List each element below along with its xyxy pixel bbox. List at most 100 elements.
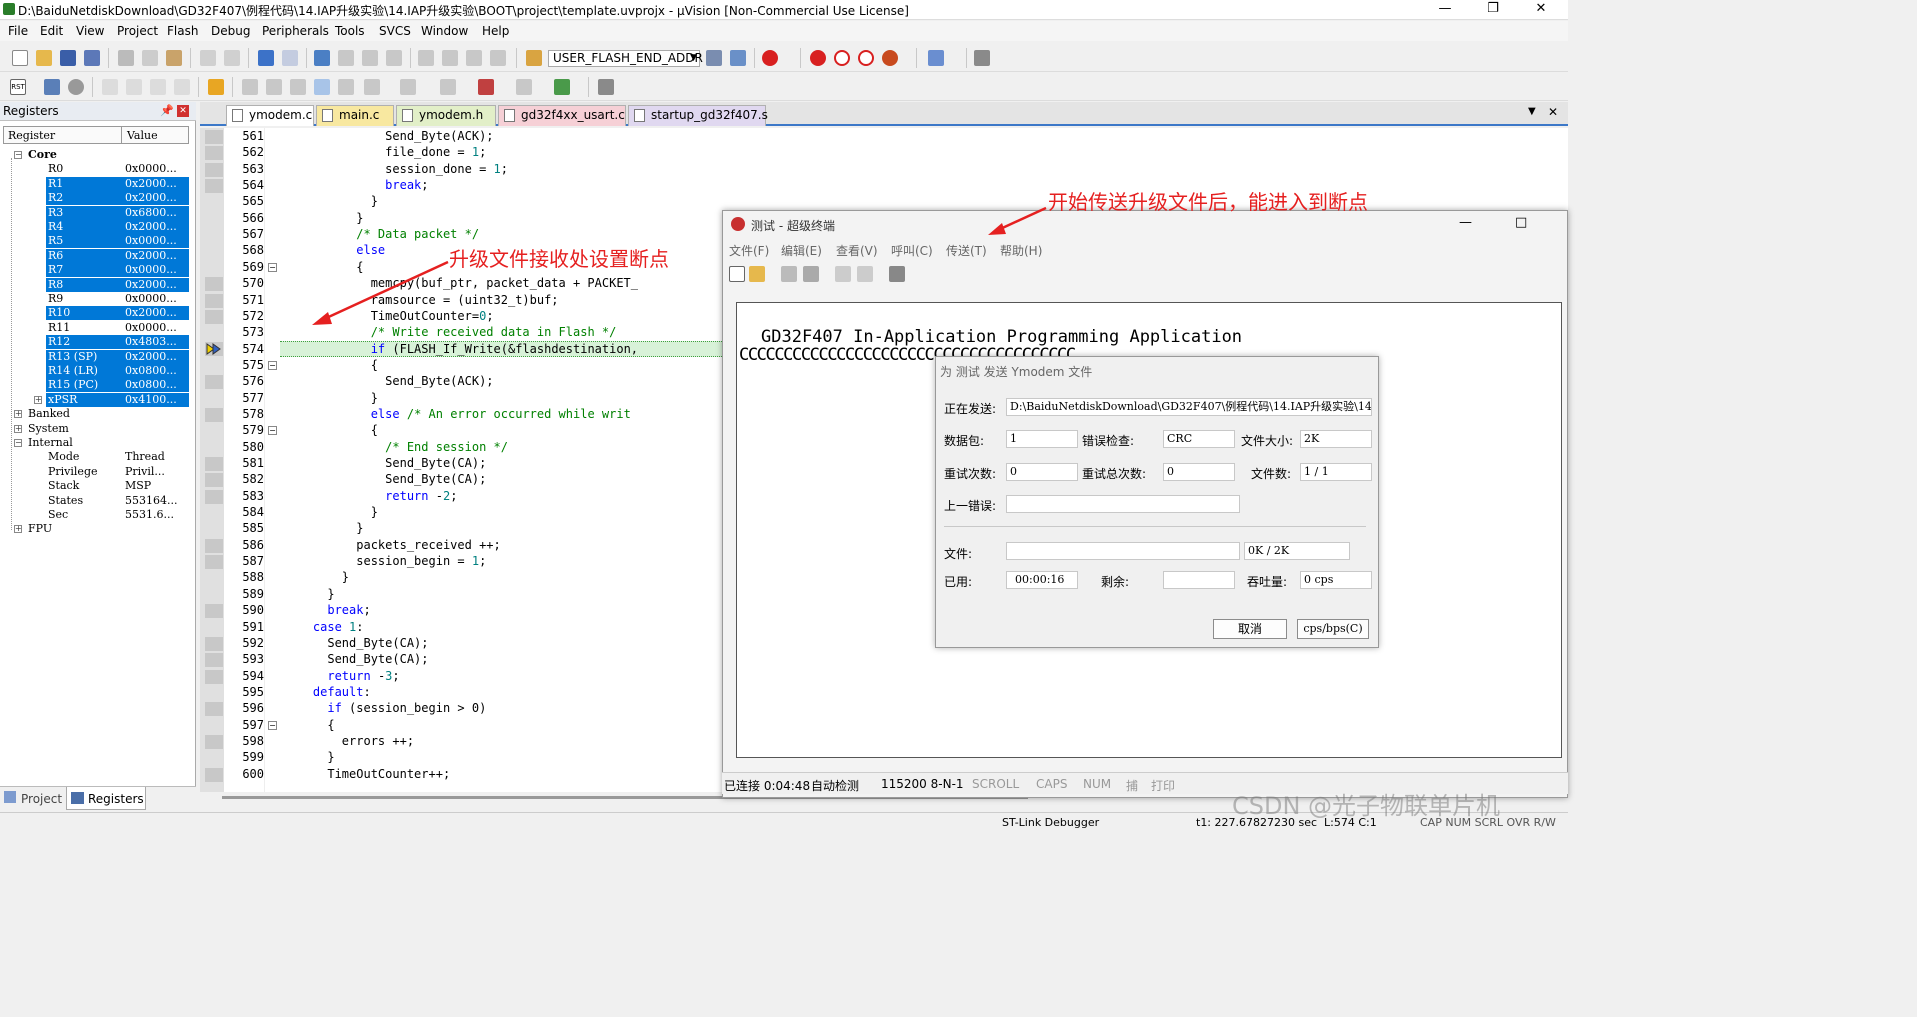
register-row[interactable]: R3 0x6800...: [0, 205, 192, 220]
redo-icon[interactable]: [224, 50, 240, 66]
register-row[interactable]: R8 0x2000...: [0, 277, 192, 292]
analysis-window-icon[interactable]: [478, 79, 494, 95]
term-receive-icon[interactable]: [857, 266, 873, 282]
open-folder-icon[interactable]: [36, 50, 52, 66]
tree-expander-icon[interactable]: −: [14, 151, 22, 159]
disable-breakpoint-icon[interactable]: [834, 50, 850, 66]
command-window-icon[interactable]: [242, 79, 258, 95]
bookmark-icon[interactable]: [314, 50, 330, 66]
show-next-statement-icon[interactable]: [208, 79, 224, 95]
system-viewer-icon[interactable]: [554, 79, 570, 95]
toolbox-icon[interactable]: [598, 79, 614, 95]
register-row[interactable]: + xPSR 0x4100...: [0, 392, 192, 407]
term-menu-call[interactable]: 呼叫(C): [891, 242, 933, 259]
tab-ymodem-c[interactable]: ymodem.c: [226, 105, 314, 126]
executable-line-marker[interactable]: [205, 702, 223, 717]
tab-close-icon[interactable]: ✕: [1548, 105, 1558, 119]
register-row[interactable]: Privilege Privil...: [0, 465, 192, 479]
prev-bookmark-icon[interactable]: [338, 50, 354, 66]
executable-line-marker[interactable]: [205, 669, 223, 684]
symbols-window-icon[interactable]: [290, 79, 306, 95]
executable-line-marker[interactable]: [205, 375, 223, 390]
indent-icon[interactable]: [418, 50, 434, 66]
terminal-maximize-button[interactable]: □: [1515, 215, 1527, 230]
register-row[interactable]: R9 0x0000...: [0, 292, 192, 306]
terminal-minimize-button[interactable]: —: [1459, 215, 1472, 230]
register-row[interactable]: R13 (SP) 0x2000...: [0, 349, 192, 364]
menu-project[interactable]: Project: [117, 24, 158, 38]
executable-line-marker[interactable]: [205, 767, 223, 782]
disable-all-breakpoints-icon[interactable]: [858, 50, 874, 66]
register-row[interactable]: Sec 5531.6...: [0, 508, 192, 522]
register-row[interactable]: + Banked: [0, 407, 192, 421]
executable-line-marker[interactable]: [205, 489, 223, 504]
menu-help[interactable]: Help: [482, 24, 509, 38]
register-row[interactable]: R1 0x2000...: [0, 176, 192, 191]
panel-close-icon[interactable]: ✕: [177, 105, 189, 117]
nav-back-icon[interactable]: [258, 50, 274, 66]
term-menu-file[interactable]: 文件(F): [729, 242, 769, 259]
register-row[interactable]: R4 0x2000...: [0, 220, 192, 234]
term-menu-edit[interactable]: 编辑(E): [781, 242, 822, 259]
tree-expander-icon[interactable]: +: [14, 424, 22, 433]
executable-line-marker[interactable]: [205, 293, 223, 308]
cut-icon[interactable]: [118, 50, 134, 66]
tab-project[interactable]: Project: [21, 792, 62, 806]
menu-flash[interactable]: Flash: [167, 24, 198, 38]
configure-icon[interactable]: [974, 50, 990, 66]
executable-line-marker[interactable]: [205, 604, 223, 619]
tab-list-chevron-icon[interactable]: ▼: [1528, 106, 1536, 117]
executable-line-marker[interactable]: [205, 473, 223, 488]
tab-gd32f4xx-usart-c[interactable]: gd32f4xx_usart.c: [498, 105, 626, 126]
executable-line-marker[interactable]: [205, 636, 223, 651]
pin-icon[interactable]: 📌: [160, 104, 174, 117]
executable-line-marker[interactable]: [205, 653, 223, 668]
register-row[interactable]: − Internal: [0, 436, 192, 450]
incremental-find-icon[interactable]: [730, 50, 746, 66]
cps-bps-button[interactable]: cps/bps(C): [1297, 619, 1369, 639]
clear-bookmarks-icon[interactable]: [386, 50, 402, 66]
register-row[interactable]: R0 0x0000...: [0, 162, 192, 176]
register-row[interactable]: + System: [0, 422, 192, 436]
debug-start-icon[interactable]: [762, 50, 778, 66]
menu-edit[interactable]: Edit: [40, 24, 63, 38]
term-open-icon[interactable]: [749, 266, 765, 282]
copy-icon[interactable]: [142, 50, 158, 66]
menu-debug[interactable]: Debug: [211, 24, 250, 38]
term-menu-transfer[interactable]: 传送(T): [946, 242, 987, 259]
reset-icon[interactable]: RST: [10, 79, 26, 95]
find-in-files-icon[interactable]: [526, 50, 542, 66]
executable-line-marker[interactable]: [205, 146, 223, 161]
cancel-button[interactable]: 取消: [1213, 619, 1287, 639]
executable-line-marker[interactable]: [205, 457, 223, 471]
register-row[interactable]: R11 0x0000...: [0, 321, 192, 335]
window-layout-icon[interactable]: [928, 50, 944, 66]
tab-startup-gd32f407-s[interactable]: startup_gd32f407.s: [628, 105, 768, 126]
next-bookmark-icon[interactable]: [362, 50, 378, 66]
register-row[interactable]: Stack MSP: [0, 479, 192, 493]
menu-svcs[interactable]: SVCS: [379, 24, 411, 38]
insert-breakpoint-icon[interactable]: [810, 50, 826, 66]
executable-line-marker[interactable]: [205, 179, 223, 194]
term-call-icon[interactable]: [781, 266, 797, 282]
watch-window-icon[interactable]: [364, 79, 380, 95]
memory-window-icon[interactable]: [400, 79, 416, 95]
menu-tools[interactable]: Tools: [335, 24, 365, 38]
menu-window[interactable]: Window: [421, 24, 468, 38]
step-into-icon[interactable]: [102, 79, 118, 95]
step-over-icon[interactable]: [126, 79, 142, 95]
minimize-button[interactable]: —: [1422, 0, 1468, 20]
term-new-icon[interactable]: [729, 266, 745, 282]
register-row[interactable]: + FPU: [0, 522, 192, 536]
menu-peripherals[interactable]: Peripherals: [262, 24, 329, 38]
tab-registers[interactable]: Registers: [88, 792, 144, 806]
undo-icon[interactable]: [200, 50, 216, 66]
term-disconnect-icon[interactable]: [803, 266, 819, 282]
executable-line-marker[interactable]: [205, 309, 223, 324]
register-row[interactable]: States 553164...: [0, 494, 192, 508]
trace-window-icon[interactable]: [516, 79, 532, 95]
executable-line-marker[interactable]: [205, 555, 223, 570]
close-button[interactable]: ✕: [1518, 0, 1564, 20]
register-row[interactable]: R5 0x0000...: [0, 234, 192, 249]
tab-main-c[interactable]: main.c: [316, 105, 394, 126]
